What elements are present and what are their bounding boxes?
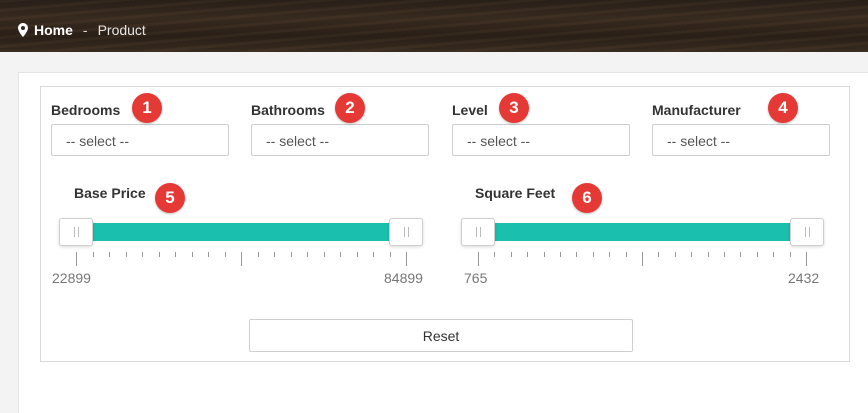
annotation-badge-1: 1 (132, 93, 162, 123)
manufacturer-select[interactable]: -- select -- (652, 124, 830, 156)
scale-tick (175, 252, 176, 257)
annotation-badge-6: 6 (572, 183, 602, 213)
scale-tick (142, 252, 143, 257)
scale-tick (527, 252, 528, 257)
scale-tick (593, 252, 594, 257)
scale-tick (373, 252, 374, 257)
base-price-min-value: 22899 (52, 270, 91, 286)
level-label: Level (452, 102, 488, 118)
annotation-badge-5: 5 (155, 183, 185, 213)
scale-tick (76, 252, 77, 266)
scale-tick (790, 252, 791, 257)
reset-button[interactable]: Reset (249, 319, 633, 352)
scale-tick (192, 252, 193, 257)
base-price-min-handle[interactable] (59, 218, 93, 246)
square-feet-label: Square Feet (475, 185, 556, 201)
bathrooms-select[interactable]: -- select -- (251, 124, 429, 156)
scale-tick (494, 252, 495, 257)
scale-tick (691, 252, 692, 257)
breadcrumb-home-link[interactable]: Home (34, 22, 73, 38)
annotation-badge-4: 4 (768, 93, 798, 123)
scale-tick (773, 252, 774, 257)
scale-tick (208, 252, 209, 257)
scale-tick (544, 252, 545, 257)
level-select[interactable]: -- select -- (452, 124, 630, 156)
location-pin-icon (18, 23, 28, 37)
square-feet-max-value: 2432 (788, 270, 820, 286)
scale-tick (806, 252, 807, 266)
bathrooms-label: Bathrooms (251, 102, 325, 118)
scale-tick (626, 252, 627, 257)
scale-tick (511, 252, 512, 257)
scale-tick (126, 252, 127, 257)
scale-tick (576, 252, 577, 257)
scale-tick (478, 252, 479, 266)
square-feet-scale (478, 252, 807, 266)
square-feet-range-track[interactable] (478, 223, 806, 241)
scale-tick (724, 252, 725, 257)
base-price-max-value: 84899 (384, 270, 423, 286)
scale-tick (560, 252, 561, 257)
manufacturer-label: Manufacturer (652, 102, 741, 118)
scale-tick (757, 252, 758, 257)
scale-tick (109, 252, 110, 257)
scale-tick (159, 252, 160, 257)
scale-tick (225, 252, 226, 257)
breadcrumb-separator: - (82, 22, 88, 38)
base-price-max-handle[interactable] (389, 218, 423, 246)
scale-tick (241, 252, 242, 266)
scale-tick (740, 252, 741, 257)
scale-tick (307, 252, 308, 257)
scale-tick (658, 252, 659, 257)
scale-tick (357, 252, 358, 257)
scale-tick (675, 252, 676, 257)
scale-tick (390, 252, 391, 257)
scale-tick (340, 252, 341, 257)
base-price-scale (76, 252, 407, 266)
base-price-range-track[interactable] (76, 223, 406, 241)
scale-tick (274, 252, 275, 257)
scale-tick (291, 252, 292, 257)
scale-tick (93, 252, 94, 257)
bedrooms-select[interactable]: -- select -- (51, 124, 229, 156)
scale-tick (708, 252, 709, 257)
annotation-badge-3: 3 (499, 93, 529, 123)
square-feet-min-handle[interactable] (461, 218, 495, 246)
scale-tick (609, 252, 610, 257)
breadcrumb: Home - Product (18, 22, 146, 38)
square-feet-min-value: 765 (464, 270, 488, 286)
scale-tick (642, 252, 643, 266)
bedrooms-label: Bedrooms (51, 102, 121, 118)
scale-tick (258, 252, 259, 257)
scale-tick (324, 252, 325, 257)
annotation-badge-2: 2 (335, 93, 365, 123)
base-price-label: Base Price (74, 185, 146, 201)
square-feet-max-handle[interactable] (790, 218, 824, 246)
scale-tick (406, 252, 407, 266)
breadcrumb-current: Product (97, 22, 146, 38)
